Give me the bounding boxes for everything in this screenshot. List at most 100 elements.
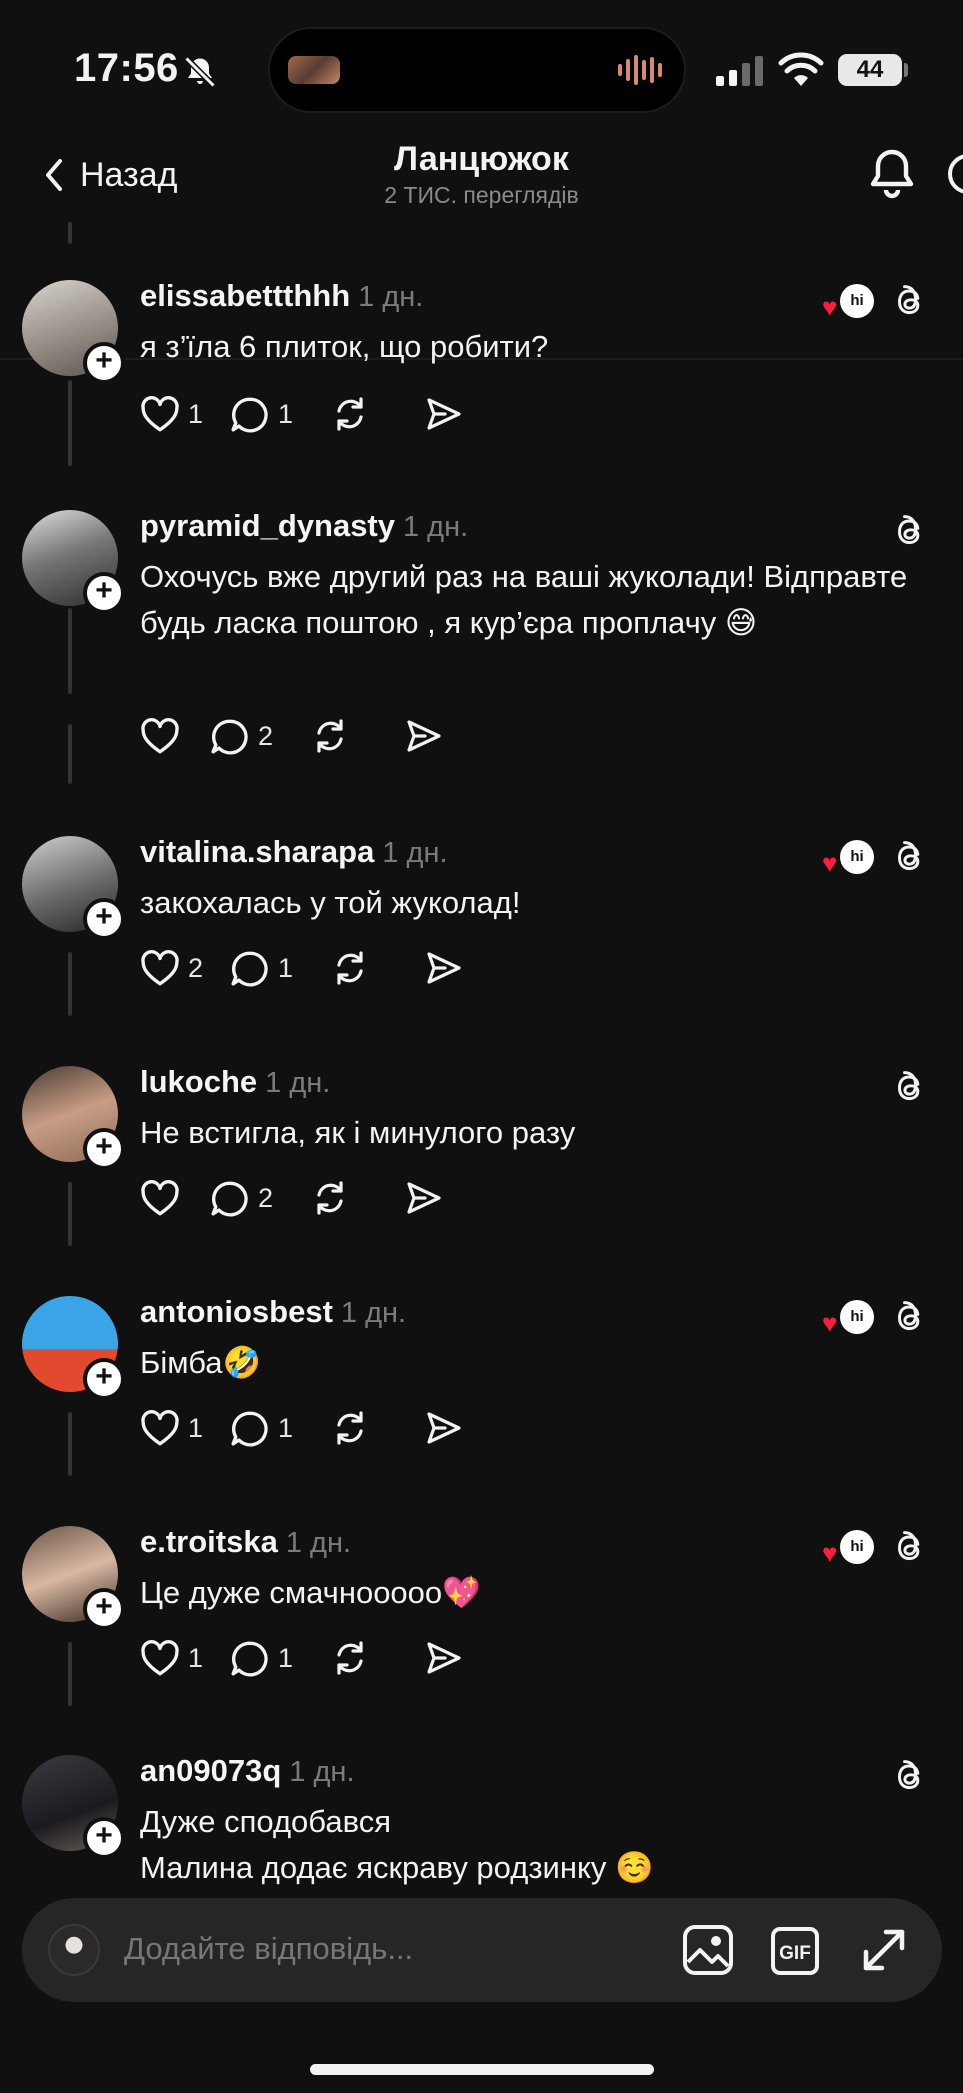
reaction-badge[interactable]: hi ♥ xyxy=(820,284,876,320)
reply-button[interactable]: 1 xyxy=(230,946,330,990)
image-gallery-icon[interactable] xyxy=(682,1924,734,1976)
comment-header: elissabettthhh 1 дн. xyxy=(140,278,423,314)
like-button[interactable] xyxy=(140,714,210,758)
follow-plus-icon[interactable]: + xyxy=(83,1588,125,1630)
username[interactable]: pyramid_dynasty xyxy=(140,508,395,543)
comment-item: + e.troitska 1 дн. Це дуже смачноoooo💖 hi ♥ xyxy=(0,1524,963,1726)
comment-actions: 11 xyxy=(140,1406,464,1450)
repost-button[interactable] xyxy=(330,1636,424,1680)
comment-text: Бімба🤣 xyxy=(140,1345,262,1380)
follow-plus-icon[interactable]: + xyxy=(83,898,125,940)
username[interactable]: elissabettthhh xyxy=(140,278,350,313)
like-button[interactable]: 1 xyxy=(140,1406,230,1450)
bell-icon[interactable] xyxy=(866,146,918,202)
repost-button[interactable] xyxy=(310,1176,404,1220)
expand-icon[interactable] xyxy=(860,1926,908,1974)
thread-connector xyxy=(68,222,72,244)
battery-icon: 44 xyxy=(838,54,902,86)
comment-header: lukoche 1 дн. xyxy=(140,1064,330,1100)
username[interactable]: an09073q xyxy=(140,1753,281,1788)
now-playing-artwork xyxy=(288,56,340,84)
repost-button[interactable] xyxy=(310,714,404,758)
heart-icon xyxy=(141,1640,179,1676)
reaction-badge[interactable]: hi ♥ xyxy=(820,1300,876,1336)
comment-item: + antoniosbest 1 дн. Бімба🤣 hi ♥ xyxy=(0,1294,963,1496)
username[interactable]: vitalina.sharapa xyxy=(140,834,374,869)
comment-icon xyxy=(231,1641,268,1677)
repost-icon xyxy=(317,1181,343,1215)
threads-logo-icon[interactable] xyxy=(890,1526,928,1564)
follow-plus-icon[interactable]: + xyxy=(83,1817,125,1859)
timestamp: 1 дн. xyxy=(265,1067,331,1099)
reply-button[interactable]: 1 xyxy=(230,1406,330,1450)
timestamp: 1 дн. xyxy=(382,837,448,869)
follow-plus-icon[interactable]: + xyxy=(83,1128,125,1170)
repost-button[interactable] xyxy=(330,392,424,436)
threads-logo-icon[interactable] xyxy=(890,1066,928,1104)
share-button[interactable] xyxy=(424,1406,464,1450)
share-button[interactable] xyxy=(424,392,464,436)
wifi-icon xyxy=(778,52,824,86)
comment-header: pyramid_dynasty 1 дн. xyxy=(140,508,468,544)
heart-icon xyxy=(141,1180,179,1216)
repost-icon xyxy=(337,1411,363,1445)
like-button[interactable]: 2 xyxy=(140,946,230,990)
like-count: 1 xyxy=(188,1642,204,1673)
reply-bar: Додайте відповідь... GIF xyxy=(22,1898,942,2002)
comment-header: antoniosbest 1 дн. xyxy=(140,1294,406,1330)
like-count: 1 xyxy=(188,1412,204,1443)
reply-count: 1 xyxy=(278,398,294,429)
gif-icon[interactable]: GIF xyxy=(770,1926,820,1976)
comment-icon xyxy=(231,951,268,987)
reply-button[interactable]: 1 xyxy=(230,392,330,436)
share-button[interactable] xyxy=(404,1176,444,1220)
heart-filled-icon: ♥ xyxy=(822,292,838,322)
comment-header: an09073q 1 дн. xyxy=(140,1753,355,1789)
share-button[interactable] xyxy=(424,946,464,990)
reply-button[interactable]: 2 xyxy=(210,1176,310,1220)
heart-icon xyxy=(141,718,179,754)
signal-icon xyxy=(716,56,763,86)
threads-logo-icon[interactable] xyxy=(890,1296,928,1334)
follow-plus-icon[interactable]: + xyxy=(83,1358,125,1400)
threads-logo-icon[interactable] xyxy=(890,836,928,874)
share-button[interactable] xyxy=(404,714,444,758)
threads-logo-icon[interactable] xyxy=(890,1755,928,1793)
comment-text: Не встигла, як і минулого разу xyxy=(140,1115,576,1150)
username[interactable]: e.troitska xyxy=(140,1524,278,1559)
like-button[interactable] xyxy=(140,1176,210,1220)
heart-icon xyxy=(141,950,179,986)
comment-text: Дуже сподобався Малина додає яскраву род… xyxy=(140,1804,654,1885)
threads-logo-icon[interactable] xyxy=(890,280,928,318)
share-button[interactable] xyxy=(424,1636,464,1680)
reaction-badge[interactable]: hi ♥ xyxy=(820,1530,876,1566)
follow-plus-icon[interactable]: + xyxy=(83,342,125,384)
reply-button[interactable]: 2 xyxy=(210,714,310,758)
repost-icon xyxy=(337,397,363,431)
send-icon xyxy=(427,1412,461,1444)
reply-count: 1 xyxy=(278,1412,294,1443)
username[interactable]: antoniosbest xyxy=(140,1294,333,1329)
comment-text: Це дуже смачноoooo💖 xyxy=(140,1575,481,1610)
username[interactable]: lukoche xyxy=(140,1064,257,1099)
send-icon xyxy=(427,398,461,430)
like-button[interactable]: 1 xyxy=(140,1636,230,1680)
send-icon xyxy=(427,1642,461,1674)
audio-wave-icon xyxy=(618,55,662,85)
repost-button[interactable] xyxy=(330,946,424,990)
like-button[interactable]: 1 xyxy=(140,392,230,436)
threads-logo-icon[interactable] xyxy=(890,510,928,548)
reaction-badge[interactable]: hi ♥ xyxy=(820,840,876,876)
status-bar: 17:56 44 xyxy=(0,0,963,140)
reply-input[interactable]: Додайте відповідь... xyxy=(124,1931,413,1967)
comment-actions: 11 xyxy=(140,1636,464,1680)
thread-connector xyxy=(68,724,72,784)
home-indicator[interactable] xyxy=(310,2064,654,2075)
follow-plus-icon[interactable]: + xyxy=(83,572,125,614)
timestamp: 1 дн. xyxy=(340,1297,407,1329)
repost-button[interactable] xyxy=(330,1406,424,1450)
comment-text: я з’їла 6 плиток, що робити? xyxy=(140,329,549,364)
timestamp: 1 дн. xyxy=(289,1756,355,1788)
status-time: 17:56 xyxy=(74,46,179,90)
reply-button[interactable]: 1 xyxy=(230,1636,330,1680)
